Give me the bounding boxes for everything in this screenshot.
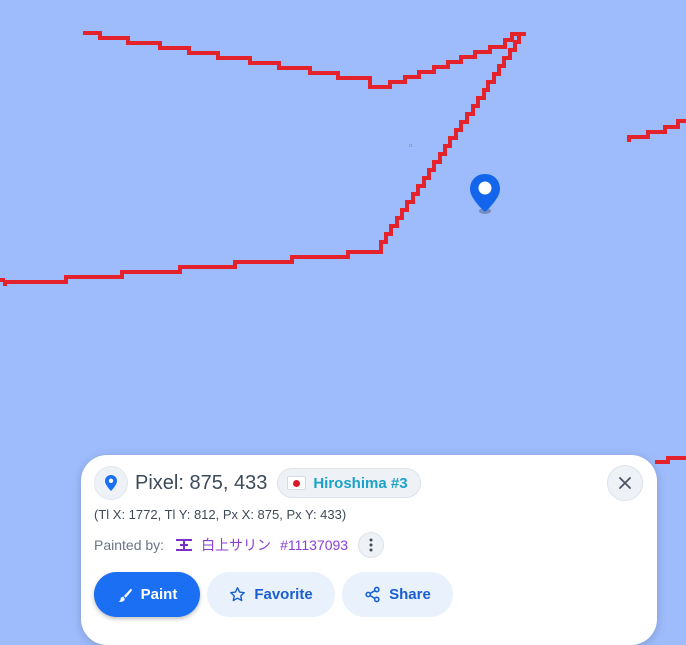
map-pin-icon <box>105 475 117 491</box>
paintbrush-icon <box>118 588 132 602</box>
locate-pixel-button[interactable] <box>94 466 128 500</box>
border-line-bottom-right <box>655 456 686 464</box>
japan-flag-icon <box>287 476 307 490</box>
user-flag-icon <box>176 539 193 551</box>
border-line-diagonal <box>3 34 521 286</box>
border-line-right <box>627 119 686 142</box>
close-icon <box>619 477 631 489</box>
favorite-button-label: Favorite <box>254 586 313 603</box>
painted-by-row: Painted by: 白上サリン #11137093 <box>94 532 385 558</box>
share-button-label: Share <box>389 586 431 603</box>
painter-name[interactable]: 白上サリン <box>201 535 271 555</box>
more-options-button[interactable] <box>358 532 385 558</box>
paint-button[interactable]: Paint <box>94 572 200 617</box>
share-button[interactable]: Share <box>342 572 453 617</box>
more-vertical-icon <box>369 538 373 552</box>
painted-by-label: Painted by: <box>94 537 165 553</box>
region-chip-label: Hiroshima #3 <box>313 474 408 492</box>
pixel-coordinates-title: Pixel: 875, 433 <box>135 471 268 494</box>
map-pin-icon[interactable] <box>468 172 502 218</box>
pixel-info-panel: Pixel: 875, 433 Hiroshima #3 (Tl X: 1772… <box>81 455 657 645</box>
selected-pixel-marker <box>409 144 412 147</box>
share-icon <box>365 586 380 603</box>
pixel-header: Pixel: 875, 433 Hiroshima #3 <box>94 466 421 500</box>
paint-button-label: Paint <box>140 586 178 603</box>
tile-coordinates: (Tl X: 1772, Tl Y: 812, Px X: 875, Px Y:… <box>94 507 347 522</box>
painter-id[interactable]: #11137093 <box>280 537 348 553</box>
close-button[interactable] <box>607 465 643 501</box>
favorite-button[interactable]: Favorite <box>207 572 335 617</box>
star-icon <box>230 587 246 602</box>
border-line-top <box>83 31 526 89</box>
region-chip[interactable]: Hiroshima #3 <box>277 468 421 498</box>
